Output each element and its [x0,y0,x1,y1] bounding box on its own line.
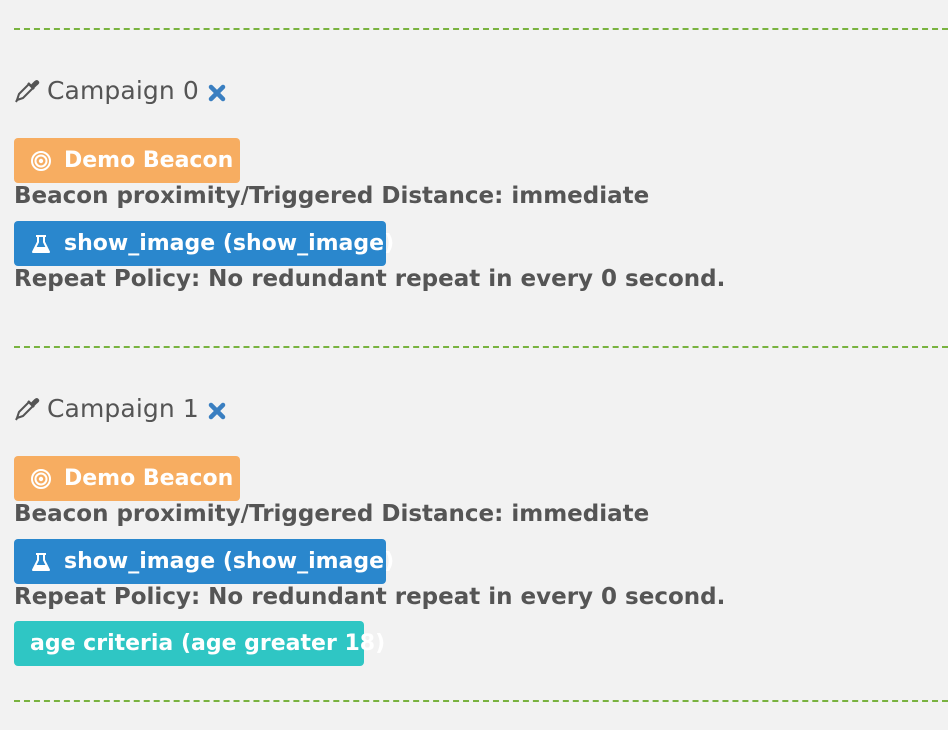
target-icon [30,468,52,490]
beacon-label-text: Demo Beacon [64,148,234,173]
proximity-text: Beacon proximity/Triggered Distance: imm… [14,501,650,527]
beacon-label[interactable]: Demo Beacon [14,138,240,183]
criteria-label-text: age criteria (age greater 18) [30,631,386,656]
proximity-text: Beacon proximity/Triggered Distance: imm… [14,183,650,209]
campaign-header: Campaign 1 [14,392,227,424]
repeat-policy-text: Repeat Policy: No redundant repeat in ev… [14,584,726,610]
eyedropper-icon[interactable] [14,77,40,103]
close-icon[interactable] [207,398,227,420]
flask-icon [30,233,52,255]
beacon-label[interactable]: Demo Beacon [14,456,240,501]
action-label[interactable]: show_image (show_image) [14,539,394,584]
repeat-policy-text: Repeat Policy: No redundant repeat in ev… [14,266,726,292]
criteria-label[interactable]: age criteria (age greater 18) [14,621,385,666]
campaign-title: Campaign 0 [47,75,199,105]
eyedropper-icon[interactable] [14,395,40,421]
target-icon [30,150,52,172]
action-label-text: show_image (show_image) [64,549,395,574]
campaign-header: Campaign 0 [14,74,227,106]
divider [14,700,948,702]
action-label[interactable]: show_image (show_image) [14,221,394,266]
divider [14,346,948,348]
close-icon[interactable] [207,80,227,102]
divider [14,28,948,30]
flask-icon [30,551,52,573]
beacon-label-text: Demo Beacon [64,466,234,491]
campaign-title: Campaign 1 [47,393,199,423]
action-label-text: show_image (show_image) [64,231,395,256]
